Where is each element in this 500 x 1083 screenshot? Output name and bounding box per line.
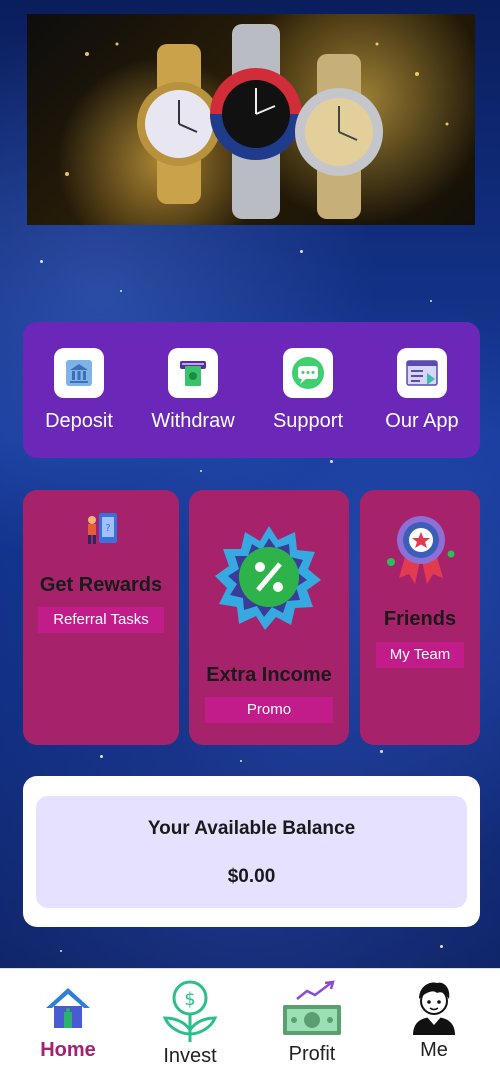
- nav-home[interactable]: Home: [18, 977, 118, 1062]
- withdraw-label: Withdraw: [151, 410, 235, 432]
- our-app-label: Our App: [385, 410, 459, 432]
- svg-text:?: ?: [105, 523, 110, 534]
- balance-box: Your Available Balance $0.00: [36, 796, 467, 908]
- home-icon: [18, 977, 118, 1039]
- chat-icon: [283, 348, 333, 398]
- discount-badge-icon: [215, 524, 323, 635]
- withdraw-button[interactable]: Withdraw: [143, 348, 243, 433]
- svg-text:$: $: [184, 989, 195, 1010]
- atm-cash-icon: [168, 348, 218, 398]
- quick-actions-panel: Deposit Withdraw Support Our App: [23, 322, 480, 458]
- money-plant-icon: $: [140, 977, 240, 1045]
- support-label: Support: [272, 410, 344, 432]
- nav-profit-label: Profit: [288, 1043, 336, 1065]
- referral-tasks-button[interactable]: Referral Tasks: [38, 607, 164, 633]
- get-rewards-title: Get Rewards: [39, 574, 163, 596]
- app-window-icon: [397, 348, 447, 398]
- user-avatar-icon: [384, 977, 484, 1039]
- balance-title: Your Available Balance: [147, 818, 356, 839]
- nav-me[interactable]: Me: [384, 977, 484, 1062]
- my-team-button[interactable]: My Team: [376, 642, 464, 668]
- support-button[interactable]: Support: [258, 348, 358, 433]
- profit-chart-icon: [262, 977, 362, 1043]
- deposit-button[interactable]: Deposit: [29, 348, 129, 433]
- nav-profit[interactable]: Profit: [262, 977, 362, 1066]
- friends-card[interactable]: Friends My Team: [360, 490, 480, 745]
- promo-button[interactable]: Promo: [205, 697, 333, 723]
- nav-me-label: Me: [420, 1039, 448, 1061]
- nav-home-label: Home: [40, 1039, 96, 1061]
- extra-income-card[interactable]: Extra Income Promo: [189, 490, 349, 745]
- watch-banner-image: [27, 14, 475, 225]
- friends-title: Friends: [383, 608, 457, 630]
- balance-panel: Your Available Balance $0.00: [23, 776, 480, 927]
- referral-icon: ?: [83, 510, 121, 553]
- deposit-label: Deposit: [45, 410, 113, 432]
- bank-icon: [54, 348, 104, 398]
- extra-income-title: Extra Income: [206, 664, 332, 686]
- our-app-button[interactable]: Our App: [372, 348, 472, 433]
- get-rewards-card[interactable]: ? Get Rewards Referral Tasks: [23, 490, 179, 745]
- balance-amount: $0.00: [227, 866, 276, 887]
- bottom-navigation: Home $ Invest Profit Me: [0, 968, 500, 1083]
- nav-invest-label: Invest: [163, 1045, 217, 1067]
- nav-invest[interactable]: $ Invest: [140, 977, 240, 1068]
- award-ribbon-icon: [385, 512, 457, 591]
